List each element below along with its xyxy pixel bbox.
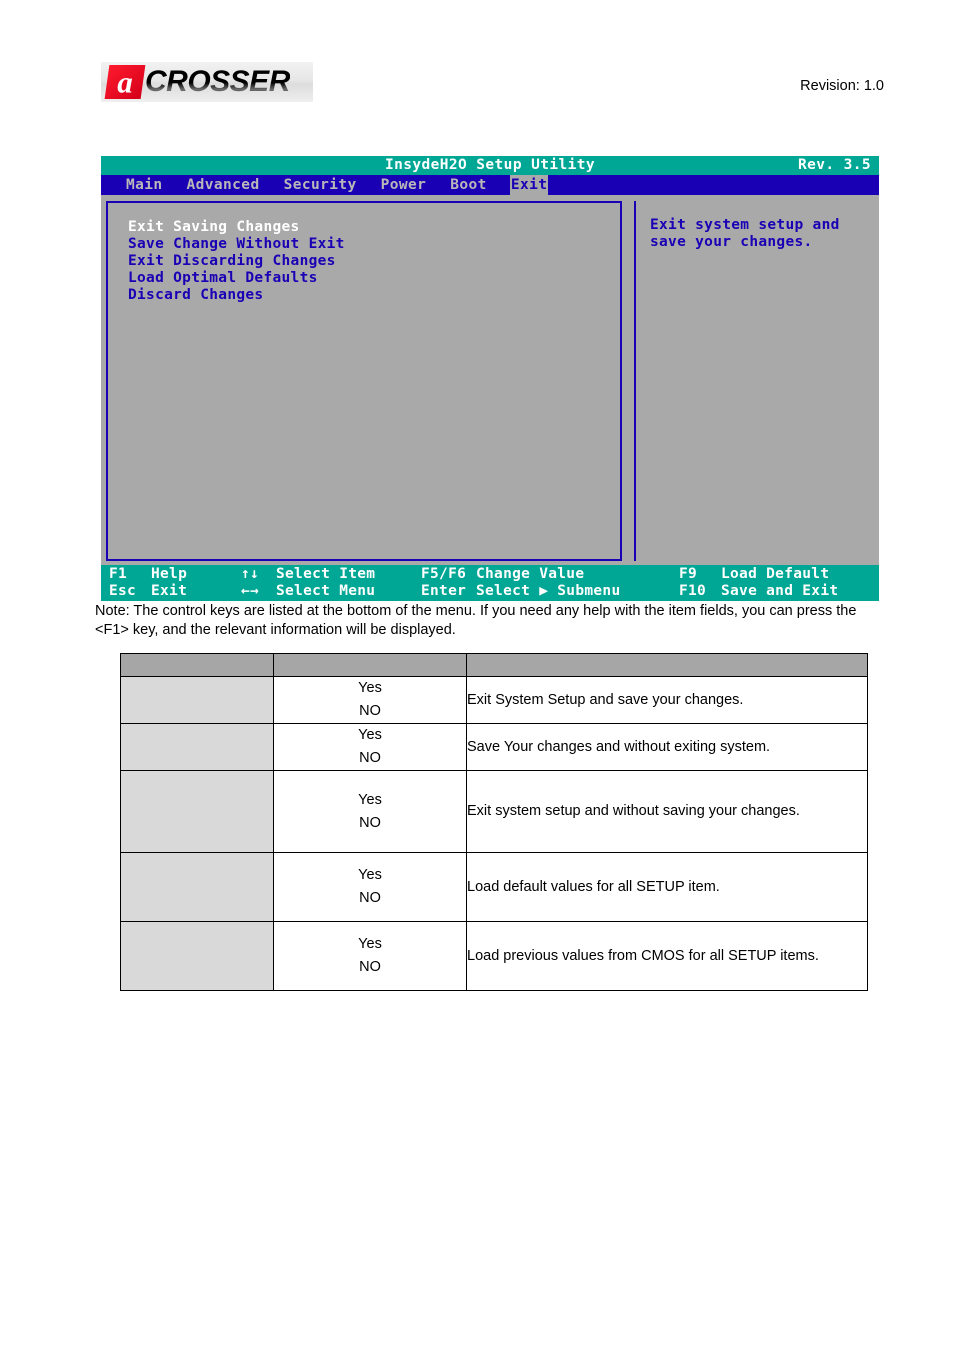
table-row: Yes NO Load previous values from CMOS fo… <box>120 921 868 991</box>
options-table-wrapper: Yes NO Exit System Setup and save your c… <box>120 653 868 991</box>
table-value-no: NO <box>359 959 381 975</box>
bios-help-line-1: Exit system setup and <box>650 217 840 233</box>
table-cell-values: Yes NO <box>273 723 467 771</box>
bios-tab-exit[interactable]: Exit <box>509 175 549 195</box>
bios-tab-main[interactable]: Main <box>125 175 164 195</box>
table-value-yes: Yes <box>358 727 382 743</box>
footer-key-updown-arrows: ↑↓ <box>241 566 260 582</box>
footer-key-f10: F10 <box>679 583 707 599</box>
table-cell-values: Yes NO <box>273 852 467 922</box>
bios-option-discard-changes[interactable]: Discard Changes <box>128 287 620 304</box>
bios-tab-power[interactable]: Power <box>380 175 428 195</box>
bios-setup-screen: InsydeH2O Setup Utility Rev. 3.5 Main Ad… <box>101 156 879 601</box>
table-cell-name <box>120 921 274 991</box>
table-cell-values: Yes NO <box>273 676 467 724</box>
table-value-yes: Yes <box>358 936 382 952</box>
revision-label: Revision: 1.0 <box>800 78 884 94</box>
table-cell-description: Exit System Setup and save your changes. <box>466 676 868 724</box>
bios-footer-keybar: F1 Help ↑↓ Select Item F5/F6 Change Valu… <box>101 565 879 601</box>
table-cell-description: Load default values for all SETUP item. <box>466 852 868 922</box>
table-cell-description: Exit system setup and without saving you… <box>466 770 868 853</box>
bios-footer-row-2: Esc Exit ←→ Select Menu Enter Select ▶ S… <box>101 582 879 600</box>
table-row: Yes NO Exit system setup and without sav… <box>120 770 868 853</box>
footer-key-f5-f6: F5/F6 <box>421 566 467 582</box>
bios-rev-text: Rev. 3.5 <box>797 157 871 173</box>
options-table: Yes NO Exit System Setup and save your c… <box>120 653 868 991</box>
table-header-name <box>120 653 274 677</box>
bios-footer-row-1: F1 Help ↑↓ Select Item F5/F6 Change Valu… <box>101 565 879 583</box>
bios-tab-security[interactable]: Security <box>283 175 358 195</box>
table-value-yes: Yes <box>358 791 382 808</box>
footer-key-f9: F9 <box>679 566 698 582</box>
table-cell-values: Yes NO <box>273 921 467 991</box>
table-row: Yes NO Save Your changes and without exi… <box>120 723 868 771</box>
table-cell-description: Save Your changes and without exiting sy… <box>466 723 868 771</box>
table-value-yes: Yes <box>358 867 382 883</box>
footer-action-select-menu: Select Menu <box>276 583 376 599</box>
footer-action-exit: Exit <box>151 583 188 599</box>
bios-tab-boot[interactable]: Boot <box>449 175 488 195</box>
footer-key-f1: F1 <box>109 566 128 582</box>
acrosser-logo: a CROSSER <box>101 62 313 102</box>
table-cell-name <box>120 770 274 853</box>
footer-key-esc: Esc <box>109 583 137 599</box>
bios-tab-advanced[interactable]: Advanced <box>186 175 261 195</box>
bios-options-panel: Exit Saving Changes Save Change Without … <box>106 201 622 561</box>
table-header-value <box>273 653 467 677</box>
bios-help-line-2: save your changes. <box>650 234 813 250</box>
table-value-no: NO <box>359 750 381 766</box>
footer-action-change-value: Change Value <box>476 566 585 582</box>
footer-action-save-and-exit: Save and Exit <box>721 583 839 599</box>
bios-title-bar: InsydeH2O Setup Utility Rev. 3.5 <box>101 156 879 175</box>
footer-action-select-item: Select Item <box>276 566 376 582</box>
bios-option-exit-saving-changes[interactable]: Exit Saving Changes <box>128 219 620 236</box>
table-cell-name <box>120 852 274 922</box>
logo-a-mark: a <box>104 64 146 100</box>
table-cell-description: Load previous values from CMOS for all S… <box>466 921 868 991</box>
bios-option-exit-discarding-changes[interactable]: Exit Discarding Changes <box>128 253 620 270</box>
page-header: a CROSSER Revision: 1.0 <box>0 0 954 130</box>
bios-help-panel: Exit system setup and save your changes. <box>634 201 874 561</box>
footer-action-select-submenu: Select ▶ Submenu <box>476 583 621 599</box>
footer-action-help: Help <box>151 566 188 582</box>
table-header-row <box>120 653 868 677</box>
bios-menu-bar[interactable]: Main Advanced Security Power Boot Exit <box>101 175 879 195</box>
bios-option-load-optimal-defaults[interactable]: Load Optimal Defaults <box>128 270 620 287</box>
table-cell-values: Yes NO <box>273 770 467 853</box>
note-text: Note: The control keys are listed at the… <box>95 603 857 638</box>
bios-title-text: InsydeH2O Setup Utility <box>385 157 595 173</box>
logo-a-letter: a <box>117 64 133 100</box>
footer-key-leftright-arrows: ←→ <box>241 583 260 599</box>
table-header-description <box>466 653 868 677</box>
table-cell-name <box>120 676 274 724</box>
footer-action-load-default: Load Default <box>721 566 830 582</box>
table-cell-name <box>120 723 274 771</box>
bios-body: Exit Saving Changes Save Change Without … <box>101 195 879 565</box>
table-row: Yes NO Load default values for all SETUP… <box>120 852 868 922</box>
table-value-no: NO <box>359 703 381 719</box>
logo-wordmark: CROSSER <box>145 65 290 98</box>
table-value-no: NO <box>359 814 381 831</box>
footer-key-enter: Enter <box>421 583 467 599</box>
bios-option-save-change-without-exit[interactable]: Save Change Without Exit <box>128 236 620 253</box>
table-row: Yes NO Exit System Setup and save your c… <box>120 676 868 724</box>
table-value-yes: Yes <box>358 680 382 696</box>
table-value-no: NO <box>359 890 381 906</box>
